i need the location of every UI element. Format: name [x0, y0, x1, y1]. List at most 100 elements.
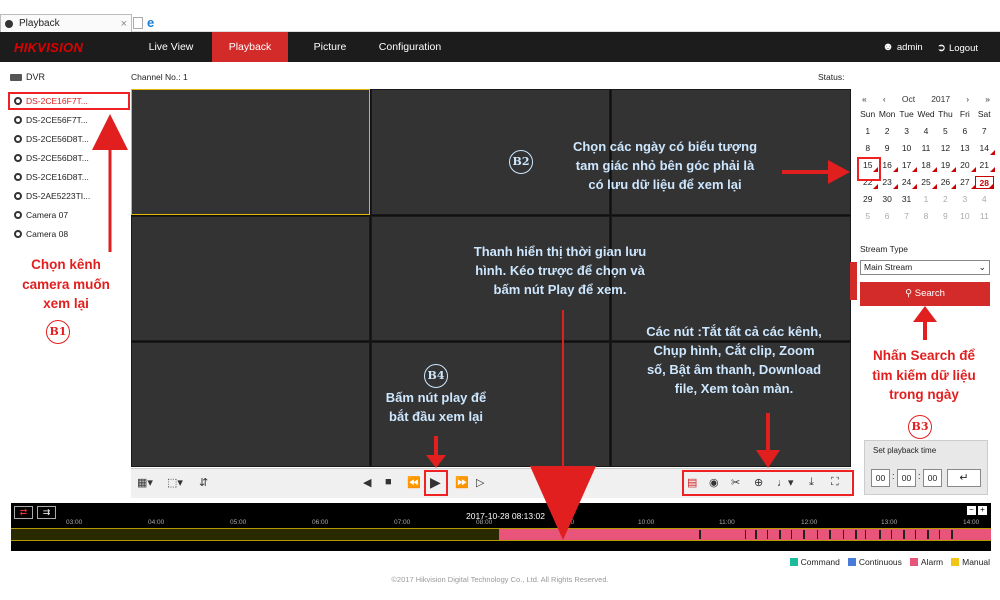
slow-forward-icon[interactable]: ⏪ [407, 476, 421, 489]
calendar-day[interactable]: 3 [955, 193, 974, 206]
panel-collapse-handle[interactable] [850, 262, 857, 300]
calendar-day[interactable]: 8 [858, 142, 877, 155]
zoom-out-timeline-icon[interactable]: − [967, 506, 976, 515]
next-year-icon[interactable]: » [985, 94, 990, 104]
calendar-day[interactable]: 4 [975, 193, 994, 206]
channel-label: DS-2CE16D8T... [26, 172, 89, 182]
calendar-day[interactable]: 9 [877, 142, 896, 155]
calendar-day[interactable]: 4 [916, 125, 935, 138]
tab-close-icon[interactable]: × [121, 18, 127, 30]
video-window[interactable] [131, 89, 370, 215]
nav-live-view[interactable]: Live View [130, 32, 212, 62]
calendar-day[interactable]: 6 [955, 125, 974, 138]
calendar-day[interactable]: 11 [975, 210, 994, 223]
channel-item[interactable]: DS-2CE56D8T... [14, 134, 89, 144]
camera-icon [14, 173, 22, 181]
channel-label: DS-2CE56D8T... [26, 134, 89, 144]
zoom-in-timeline-icon[interactable]: + [978, 506, 987, 515]
calendar-day[interactable]: 27 [955, 176, 977, 189]
nav-configuration[interactable]: Configuration [370, 32, 450, 62]
stop-icon[interactable]: ■ [385, 476, 392, 488]
user-menu[interactable]: ☻ admin [882, 41, 922, 53]
video-window[interactable] [131, 342, 370, 467]
calendar-day[interactable]: 7 [975, 125, 994, 138]
calendar-day[interactable]: 24 [897, 176, 918, 189]
new-tab-icon[interactable] [133, 17, 143, 29]
search-button[interactable]: ⚲ Search [860, 282, 990, 306]
timeline-mode-icon[interactable]: ⇄ [14, 506, 33, 519]
channel-item[interactable]: Camera 08 [14, 229, 68, 239]
calendar-day[interactable]: 13 [955, 142, 974, 155]
timeline-tick: 07:00 [394, 519, 411, 526]
prev-year-icon[interactable]: « [862, 94, 867, 104]
channel-label: DS-2CE56F7T... [26, 115, 88, 125]
search-button-label: Search [914, 288, 945, 299]
timeline-export-icon[interactable]: ⇉ [37, 506, 56, 519]
calendar-day[interactable]: 20 [955, 159, 977, 172]
calendar-day[interactable]: 1 [916, 193, 935, 206]
stream-type-select[interactable]: Main Stream ⌄ [860, 260, 990, 275]
calendar-day[interactable]: 5 [858, 210, 877, 223]
prev-month-icon[interactable]: ‹ [883, 94, 886, 104]
calendar-day[interactable]: 3 [897, 125, 916, 138]
nav-playback[interactable]: Playback [212, 32, 288, 62]
calendar-day[interactable]: 18 [916, 159, 938, 172]
browser-tab-bar: Playback × e [0, 14, 1000, 32]
camera-icon [14, 230, 22, 238]
calendar-day[interactable]: 17 [897, 159, 918, 172]
calendar-month: Oct [901, 94, 916, 104]
enter-button[interactable]: ↵ [947, 469, 981, 487]
second-input[interactable]: 00 [923, 469, 942, 487]
hour-input[interactable]: 00 [871, 469, 890, 487]
sync-playback-icon[interactable]: ⇵ [199, 476, 208, 489]
timeline-tick: 08:00 [476, 519, 493, 526]
channel-item[interactable]: DS-2CE16D8T... [14, 172, 89, 182]
calendar-day[interactable]: 2 [877, 125, 896, 138]
calendar-day[interactable]: 31 [897, 193, 916, 206]
calendar-day[interactable]: 12 [936, 142, 955, 155]
browser-logo-icon: e [147, 15, 155, 30]
channel-item[interactable]: Camera 07 [14, 210, 68, 220]
minute-input[interactable]: 00 [897, 469, 916, 487]
logout-link[interactable]: ➲ Logout [937, 41, 978, 54]
legend-continuous: Continuous [847, 557, 902, 567]
calendar-day[interactable]: 1 [858, 125, 877, 138]
reverse-play-icon[interactable]: ◀ [363, 476, 371, 489]
layout-icon[interactable]: ▦▾ [137, 476, 153, 489]
calendar-day[interactable]: 11 [916, 142, 935, 155]
calendar-day[interactable]: 10 [897, 142, 916, 155]
calendar-day[interactable]: 2 [936, 193, 955, 206]
legend-alarm: Alarm [909, 557, 943, 567]
time-separator: : [892, 471, 895, 481]
calendar-day[interactable]: 25 [916, 176, 938, 189]
dvr-root[interactable]: DVR [10, 72, 45, 82]
calendar-day[interactable]: 29 [858, 193, 877, 206]
channel-item[interactable]: DS-2CE56F7T... [14, 115, 88, 125]
browser-tab[interactable]: Playback × [0, 14, 132, 32]
nav-picture[interactable]: Picture [300, 32, 360, 62]
dvr-label: DVR [26, 72, 46, 82]
calendar-day[interactable]: 14 [975, 142, 996, 155]
timeline-track[interactable] [11, 528, 991, 541]
calendar-day[interactable]: 19 [936, 159, 957, 172]
calendar-day[interactable]: 7 [897, 210, 916, 223]
fast-forward-icon[interactable]: ⏩ [455, 476, 469, 489]
next-month-icon[interactable]: › [966, 94, 969, 104]
calendar-day[interactable]: 8 [916, 210, 935, 223]
calendar-day[interactable]: 21 [975, 159, 996, 172]
calendar-day[interactable]: 6 [877, 210, 896, 223]
timeline-tick: 04:00 [148, 519, 165, 526]
channel-item[interactable]: DS-2CE56D8T... [14, 153, 89, 163]
calendar-day[interactable]: 10 [955, 210, 974, 223]
step-badge-b4: B4 [424, 364, 448, 388]
calendar-day[interactable]: 9 [936, 210, 955, 223]
frame-step-icon[interactable]: ▷ [476, 476, 484, 489]
window-split-icon[interactable]: ⬚▾ [167, 476, 183, 489]
timeline[interactable]: ⇄ ⇉ 2017-10-28 08:13:02 03:00 04:00 05:0… [11, 503, 991, 551]
calendar-day[interactable]: 5 [936, 125, 955, 138]
channel-item[interactable]: DS-2AE5223TI... [14, 191, 90, 201]
video-window[interactable] [131, 216, 370, 341]
calendar-day[interactable]: 26 [936, 176, 957, 189]
calendar-day[interactable]: 30 [877, 193, 896, 206]
calendar-day[interactable]: 28 [974, 176, 995, 189]
